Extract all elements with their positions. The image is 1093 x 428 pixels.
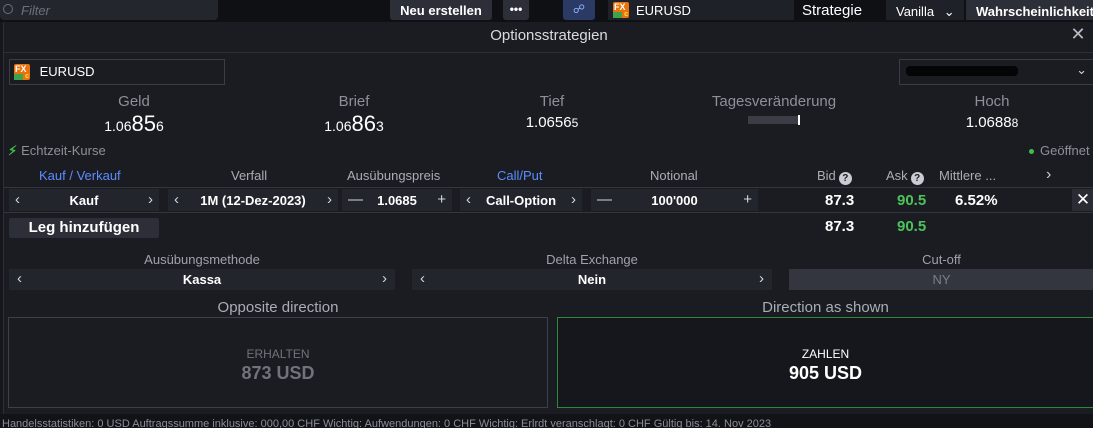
col-mid: Mittlere ... — [939, 168, 997, 183]
link-icon[interactable]: ☍ — [563, 0, 595, 20]
col-call-put[interactable]: Call/Put — [497, 168, 543, 183]
direction-stepper[interactable]: ‹ Kauf › — [9, 189, 159, 211]
strategy-label: Strategie — [802, 2, 863, 19]
strategy-select[interactable]: Vanilla ⌄ — [886, 0, 964, 20]
dialog-title: Optionsstrategien — [4, 22, 1093, 53]
exercise-method-label: Ausübungsmethode — [144, 252, 260, 267]
leg-mid: 6.52% — [955, 192, 998, 209]
help-icon[interactable]: ? — [910, 172, 924, 185]
status-dot-icon — [1029, 149, 1034, 155]
col-bid: Bid? — [817, 168, 852, 185]
col-strike: Ausübungspreis — [347, 168, 441, 183]
new-button[interactable]: Neu erstellen — [390, 0, 492, 20]
notional-stepper[interactable]: — 100'000 + — [591, 189, 758, 211]
quote-high: Hoch 1.06888 — [965, 93, 1019, 131]
instrument-field[interactable]: c EURUSD — [9, 59, 225, 85]
chevron-down-icon: ⌄ — [1076, 62, 1087, 77]
total-bid: 87.3 — [825, 218, 855, 235]
chevron-right-icon[interactable]: › — [382, 270, 387, 287]
probability-button[interactable]: Wahrscheinlichkeit — [966, 0, 1093, 20]
search-icon — [3, 4, 13, 14]
exercise-method-select[interactable]: ‹ Kassa › — [9, 269, 395, 290]
cutoff-select: NY — [789, 269, 1093, 290]
chevron-right-icon[interactable]: › — [1046, 166, 1051, 184]
delta-exchange-select[interactable]: ‹ Nein › — [412, 269, 772, 290]
chevron-left-icon[interactable]: ‹ — [420, 270, 425, 287]
quote-low: Tief 1.06565 — [525, 93, 579, 131]
redacted-account — [906, 66, 1018, 76]
chevron-left-icon[interactable]: ‹ — [17, 270, 22, 287]
background-symbol[interactable]: c EURUSD — [608, 0, 794, 20]
add-leg-button[interactable]: Leg hinzufügen — [9, 218, 159, 238]
fx-logo-icon: c — [613, 2, 629, 18]
quote-day-change: Tagesveränderung — [684, 93, 864, 125]
account-select[interactable]: ⌄ — [899, 59, 1093, 85]
filter-input[interactable]: Filter — [0, 0, 218, 20]
delta-exchange-label: Delta Exchange — [546, 252, 638, 267]
minus-icon[interactable]: — — [348, 191, 363, 208]
quote-bid: Geld 1.06856 — [104, 93, 164, 136]
call-put-stepper[interactable]: ‹ Call-Option › — [460, 189, 582, 211]
chevron-left-icon[interactable]: ‹ — [174, 191, 179, 208]
chevron-left-icon[interactable]: ‹ — [15, 191, 20, 208]
col-expiry: Verfall — [231, 168, 268, 183]
col-ask: Ask? — [886, 168, 924, 185]
chevron-down-icon: ⌄ — [943, 4, 955, 19]
chevron-right-icon[interactable]: › — [759, 270, 764, 287]
chevron-left-icon[interactable]: ‹ — [466, 191, 471, 208]
remove-leg-icon[interactable]: ✕ — [1072, 189, 1093, 211]
direction-as-shown-label: Direction as shown — [762, 299, 889, 316]
day-change-bar — [748, 115, 800, 125]
plus-icon[interactable]: + — [743, 191, 752, 208]
col-direction[interactable]: Kauf / Verkauf — [39, 168, 121, 183]
cutoff-label: Cut-off — [922, 252, 961, 267]
leg-bid: 87.3 — [825, 192, 855, 209]
chevron-right-icon[interactable]: › — [571, 191, 576, 208]
close-icon[interactable]: ✕ — [1069, 25, 1087, 43]
minus-icon[interactable]: — — [597, 191, 612, 208]
quote-ask: Brief 1.06863 — [324, 93, 384, 136]
total-ask: 90.5 — [897, 218, 927, 235]
plus-icon[interactable]: + — [437, 191, 446, 208]
col-notional: Notional — [650, 168, 698, 183]
market-status: Geöffnet — [1029, 143, 1090, 158]
filter-placeholder: Filter — [21, 3, 50, 18]
opposite-direction-button[interactable]: ERHALTEN 873 USD — [8, 317, 548, 408]
fx-logo-icon: c — [14, 63, 30, 80]
more-button[interactable]: ••• — [503, 0, 529, 20]
direction-as-shown-button[interactable]: ZAHLEN 905 USD — [557, 317, 1093, 408]
leg-ask: 90.5 — [897, 192, 927, 209]
lightning-icon: ⚡︎ — [8, 143, 18, 158]
chevron-right-icon[interactable]: › — [148, 191, 153, 208]
options-strategies-dialog: Optionsstrategien ✕ c EURUSD ⌄ Geld 1.06… — [3, 22, 1093, 414]
strike-stepper[interactable]: — 1.0685 + — [342, 189, 452, 211]
live-prices-indicator: ⚡︎ Echtzeit-Kurse — [8, 143, 106, 158]
opposite-direction-label: Opposite direction — [217, 299, 339, 316]
expiry-stepper[interactable]: ‹ 1M (12-Dez-2023) › — [168, 189, 338, 211]
instrument-name: EURUSD — [39, 64, 95, 79]
chevron-right-icon[interactable]: › — [327, 191, 332, 208]
status-bar: Handelsstatistiken: 0 USD Auftragssumme … — [0, 414, 1093, 428]
help-icon[interactable]: ? — [838, 172, 852, 185]
